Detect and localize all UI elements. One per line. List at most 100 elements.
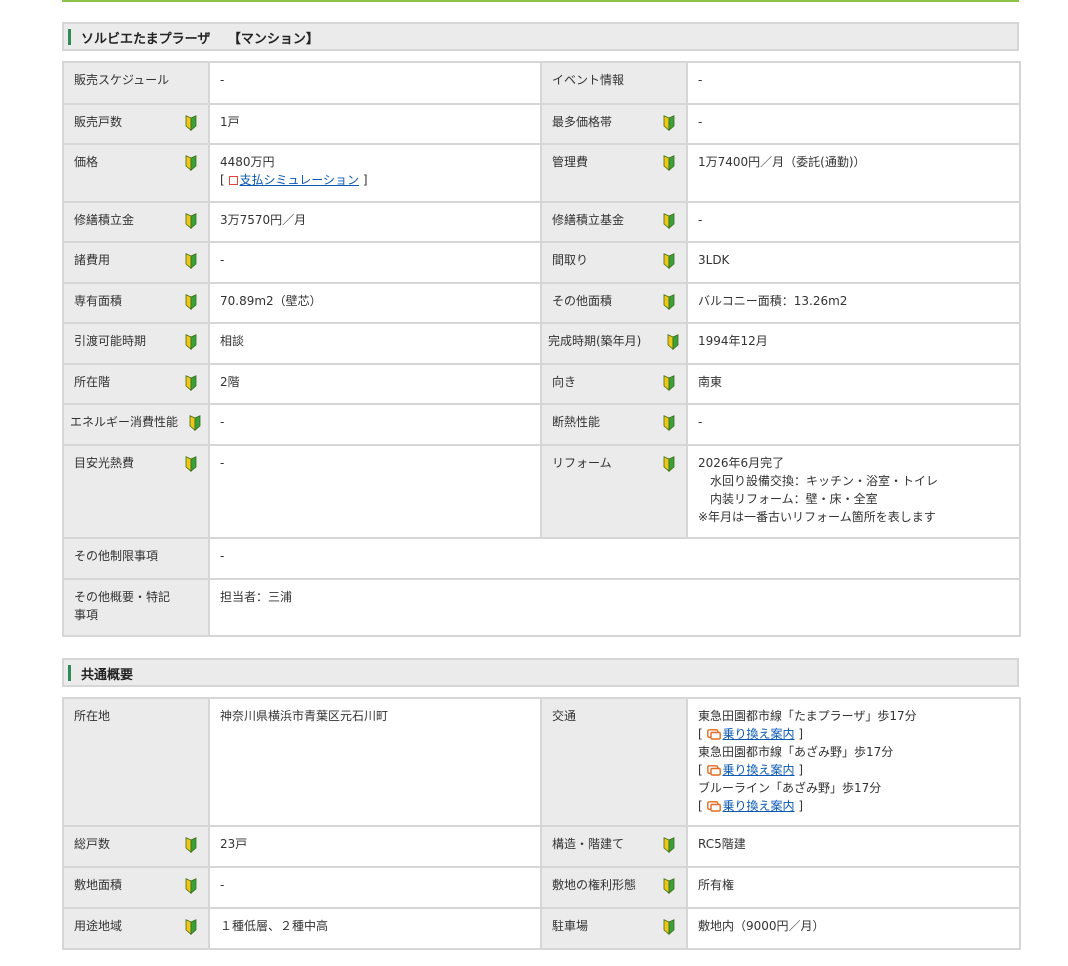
- red-square-icon: [228, 176, 238, 185]
- table-row: 販売戸数 1戸 最多価格帯 -: [62, 103, 1021, 145]
- value-energy: -: [208, 403, 542, 446]
- label-reform: リフォーム: [540, 444, 688, 539]
- payment-simulation-link[interactable]: 支払シミュレーション: [240, 173, 360, 187]
- transfer-guide-link[interactable]: 乗り換え案内: [723, 727, 795, 741]
- label-location: 所在地: [62, 697, 210, 827]
- beginner-mark-icon[interactable]: [663, 115, 675, 131]
- value-most-price-range: -: [686, 103, 1021, 145]
- table-row: エネルギー消費性能 - 断熱性能 -: [62, 403, 1021, 446]
- beginner-mark-icon[interactable]: [185, 919, 197, 935]
- section-accent-bar: [68, 665, 71, 681]
- value-direction: 南東: [686, 363, 1021, 405]
- label-event-info: イベント情報: [540, 61, 688, 105]
- beginner-mark-icon[interactable]: [185, 334, 197, 350]
- value-reform: 2026年6月完了 水回り設備交換：キッチン・浴室・トイレ 内装リフォーム：壁・…: [686, 444, 1021, 539]
- table-row: 諸費用 - 間取り 3LDK: [62, 241, 1021, 284]
- label-parking: 駐車場: [540, 907, 688, 950]
- label-utility-cost: 目安光熱費: [62, 444, 210, 539]
- beginner-mark-icon[interactable]: [185, 375, 197, 391]
- value-location: 神奈川県横浜市青葉区元石川町: [208, 697, 542, 827]
- label-management-fee: 管理費: [540, 143, 688, 203]
- label-repair-reserve: 修繕積立金: [62, 201, 210, 243]
- reform-line: 2026年6月完了: [698, 456, 785, 470]
- beginner-mark-icon[interactable]: [189, 415, 201, 431]
- property-detail-table: 販売スケジュール - イベント情報 - 販売戸数 1戸 最多価格帯 - 価格 4…: [62, 61, 1021, 637]
- transfer-line: [ 乗り換え案内 ]: [698, 797, 1009, 815]
- beginner-mark-icon[interactable]: [663, 213, 675, 229]
- table-row: 価格 4480万円 [ 支払シミュレーション ] 管理費 1万7400円／月（委…: [62, 143, 1021, 203]
- price-amount: 4480万円: [220, 155, 275, 169]
- beginner-mark-icon[interactable]: [663, 837, 675, 853]
- table-row: 引渡可能時期 相談 完成時期(築年月) 1994年12月: [62, 322, 1021, 365]
- bracket-close: ]: [798, 799, 804, 813]
- bracket-open: [: [220, 173, 225, 187]
- transfer-guide-link[interactable]: 乗り換え案内: [723, 763, 795, 777]
- label-direction: 向き: [540, 363, 688, 405]
- beginner-mark-icon[interactable]: [663, 878, 675, 894]
- label-sales-schedule: 販売スケジュール: [62, 61, 210, 105]
- beginner-mark-icon[interactable]: [185, 115, 197, 131]
- section-title: ソルビエたまプラーザ 【マンション】: [81, 32, 319, 47]
- bracket-open: [: [698, 763, 703, 777]
- beginner-mark-icon[interactable]: [185, 155, 197, 171]
- section-header-mansion: ソルビエたまプラーザ 【マンション】: [62, 22, 1019, 51]
- beginner-mark-icon[interactable]: [663, 294, 675, 310]
- table-row: 用途地域 １種低層、２種中高 駐車場 敷地内（9000円／月）: [62, 907, 1021, 950]
- beginner-mark-icon[interactable]: [185, 456, 197, 472]
- value-misc-costs: -: [208, 241, 542, 284]
- value-repair-reserve: 3万7570円／月: [208, 201, 542, 243]
- transfer-line: [ 乗り換え案内 ]: [698, 761, 1009, 779]
- value-event-info: -: [686, 61, 1021, 105]
- beginner-mark-icon[interactable]: [663, 155, 675, 171]
- value-completion: 1994年12月: [686, 322, 1021, 365]
- label-price: 価格: [62, 143, 210, 203]
- transport-route: 東急田園都市線「たまプラーザ」歩17分: [698, 709, 917, 723]
- beginner-mark-icon[interactable]: [185, 253, 197, 269]
- value-sales-schedule: -: [208, 61, 542, 105]
- label-land-area: 敷地面積: [62, 866, 210, 909]
- value-total-units: 23戸: [208, 825, 542, 868]
- label-misc-costs: 諸費用: [62, 241, 210, 284]
- value-parking: 敷地内（9000円／月）: [686, 907, 1021, 950]
- label-energy: エネルギー消費性能: [62, 403, 210, 446]
- table-row: 総戸数 23戸 構造・階建て RC5階建: [62, 825, 1021, 868]
- transfer-guide-link[interactable]: 乗り換え案内: [723, 799, 795, 813]
- transport-route: ブルーライン「あざみ野」歩17分: [698, 781, 882, 795]
- reform-line: 内装リフォーム：壁・床・全室: [710, 492, 878, 506]
- label-land-rights: 敷地の権利形態: [540, 866, 688, 909]
- beginner-mark-icon[interactable]: [663, 919, 675, 935]
- table-row: 販売スケジュール - イベント情報 -: [62, 61, 1021, 105]
- value-handover: 相談: [208, 322, 542, 365]
- bracket-close: ]: [798, 727, 804, 741]
- value-other-restrictions: -: [208, 537, 1021, 580]
- label-other-notes: その他概要・特記事項: [62, 578, 210, 637]
- label-completion: 完成時期(築年月): [540, 322, 688, 365]
- bracket-close: ]: [362, 173, 368, 187]
- table-row: 専有面積 70.89m2（壁芯） その他面積 バルコニー面積：13.26m2: [62, 282, 1021, 324]
- value-land-rights: 所有権: [686, 866, 1021, 909]
- label-total-units: 総戸数: [62, 825, 210, 868]
- beginner-mark-icon[interactable]: [663, 253, 675, 269]
- value-repair-fund: -: [686, 201, 1021, 243]
- beginner-mark-icon[interactable]: [663, 415, 675, 431]
- table-row: 敷地面積 - 敷地の権利形態 所有権: [62, 866, 1021, 909]
- value-transport: 東急田園都市線「たまプラーザ」歩17分 [ 乗り換え案内 ] 東急田園都市線「あ…: [686, 697, 1021, 827]
- reform-note: ※年月は一番古いリフォーム箇所を表します: [698, 510, 936, 524]
- beginner-mark-icon[interactable]: [185, 294, 197, 310]
- beginner-mark-icon[interactable]: [185, 878, 197, 894]
- table-row: 所在階 2階 向き 南東: [62, 363, 1021, 405]
- table-row: その他制限事項 -: [62, 537, 1021, 580]
- top-accent-line: [62, 0, 1019, 2]
- beginner-mark-icon[interactable]: [663, 456, 675, 472]
- label-floor: 所在階: [62, 363, 210, 405]
- label-floor-plan: 間取り: [540, 241, 688, 284]
- table-row: 目安光熱費 - リフォーム 2026年6月完了 水回り設備交換：キッチン・浴室・…: [62, 444, 1021, 539]
- beginner-mark-icon[interactable]: [667, 334, 679, 350]
- beginner-mark-icon[interactable]: [185, 837, 197, 853]
- value-zoning: １種低層、２種中高: [208, 907, 542, 950]
- value-management-fee: 1万7400円／月（委託(通勤)）: [686, 143, 1021, 203]
- label-most-price-range: 最多価格帯: [540, 103, 688, 145]
- value-insulation: -: [686, 403, 1021, 446]
- beginner-mark-icon[interactable]: [663, 375, 675, 391]
- beginner-mark-icon[interactable]: [185, 213, 197, 229]
